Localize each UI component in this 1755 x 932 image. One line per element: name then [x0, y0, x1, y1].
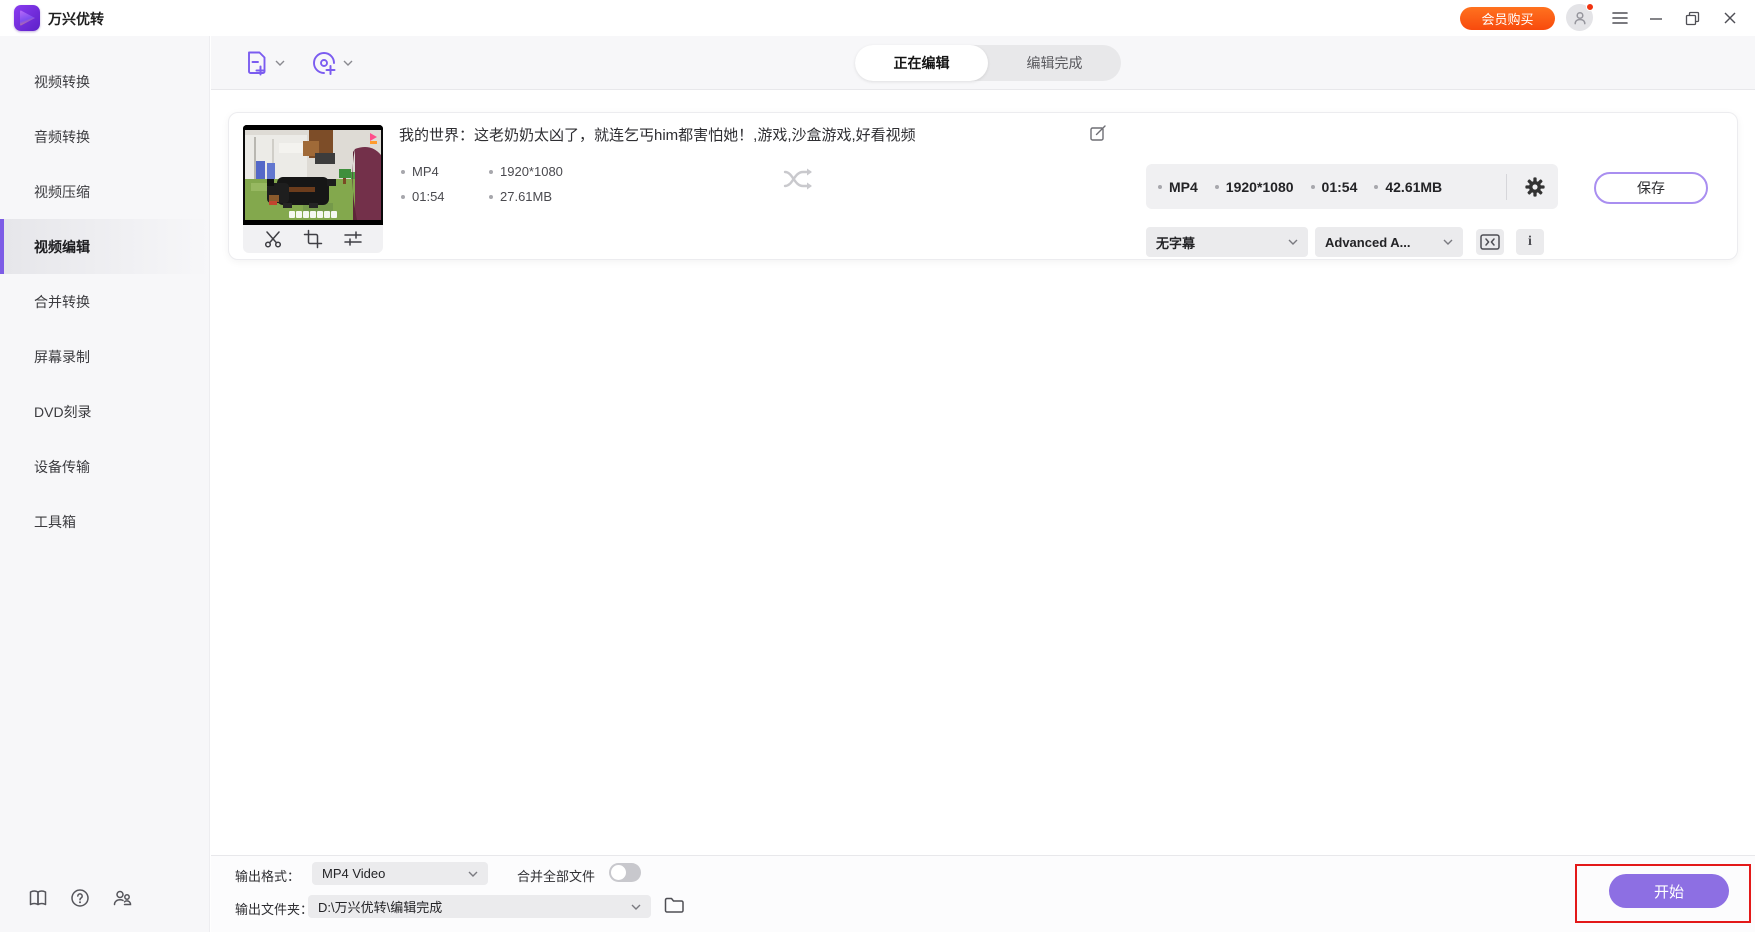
- toolbar: 正在编辑 编辑完成: [211, 36, 1755, 90]
- sidebar-item-video-edit[interactable]: 视频编辑: [0, 219, 209, 274]
- merge-all-label: 合并全部文件: [517, 869, 596, 884]
- add-file-icon: [248, 51, 266, 76]
- output-duration: 01:54: [1321, 178, 1358, 195]
- sidebar-item-device-transfer[interactable]: 设备传输: [0, 439, 209, 494]
- titlebar: 万兴优转 会员购买: [0, 0, 1755, 36]
- sidebar-item-video-convert[interactable]: 视频转换: [0, 54, 209, 109]
- output-format-label: 输出格式：: [235, 869, 301, 884]
- sidebar-item-merge-convert[interactable]: 合并转换: [0, 274, 209, 329]
- sidebar-item-video-compress[interactable]: 视频压缩: [0, 164, 209, 219]
- tab-finished[interactable]: 编辑完成: [988, 53, 1121, 73]
- crop-icon[interactable]: [303, 229, 323, 249]
- subtitle-value: 无字幕: [1156, 235, 1196, 251]
- chevron-down-icon: [631, 904, 641, 910]
- info-button[interactable]: i: [1516, 229, 1544, 255]
- main-area: 正在编辑 编辑完成 我的世界：这老奶奶太凶了，就连乞丐him都害怕她！,游戏,沙…: [211, 36, 1755, 932]
- video-thumbnail[interactable]: [243, 125, 383, 253]
- community-icon[interactable]: [112, 888, 132, 908]
- add-disc-button[interactable]: [310, 49, 353, 77]
- video-title: 我的世界：这老奶奶太凶了，就连乞丐him都害怕她！,游戏,沙盒游戏,好看视频: [399, 127, 916, 144]
- chevron-down-icon: [1288, 239, 1298, 245]
- output-format: MP4: [1169, 178, 1198, 195]
- source-format: MP4: [412, 164, 439, 179]
- chevron-down-icon: [275, 60, 285, 66]
- merge-all-toggle[interactable]: [609, 863, 641, 882]
- membership-buy-button[interactable]: 会员购买: [1460, 7, 1555, 30]
- sidebar-footer: [28, 888, 132, 908]
- app-window: 万兴优转 会员购买 视频转换 音频转换 视频压缩 视频编辑 合并转换 屏幕录制 …: [0, 0, 1755, 932]
- sidebar: 视频转换 音频转换 视频压缩 视频编辑 合并转换 屏幕录制 DVD刻录 设备传输…: [0, 36, 210, 932]
- edit-tools: [243, 225, 383, 253]
- source-meta: MP4 1920*1080 01:54 27.61MB: [401, 159, 563, 209]
- output-info-bar: MP4 1920*1080 01:54 42.61MB: [1146, 164, 1558, 209]
- output-settings-gear-icon[interactable]: [1524, 176, 1546, 198]
- manual-book-icon[interactable]: [28, 888, 48, 908]
- file-list: 我的世界：这老奶奶太凶了，就连乞丐him都害怕她！,游戏,沙盒游戏,好看视频 M…: [211, 90, 1755, 854]
- add-disc-icon: [313, 52, 336, 75]
- sidebar-item-dvd-burn[interactable]: DVD刻录: [0, 384, 209, 439]
- output-size: 42.61MB: [1385, 178, 1443, 195]
- close-button[interactable]: [1717, 4, 1743, 32]
- sidebar-item-audio-convert[interactable]: 音频转换: [0, 109, 209, 164]
- source-duration: 01:54: [412, 189, 445, 204]
- person-icon: [1573, 11, 1586, 24]
- help-icon[interactable]: [70, 888, 90, 908]
- chevron-down-icon: [468, 871, 478, 877]
- fit-resize-button[interactable]: [1476, 229, 1504, 255]
- file-card: 我的世界：这老奶奶太凶了，就连乞丐him都害怕她！,游戏,沙盒游戏,好看视频 M…: [228, 112, 1738, 260]
- fit-icon: [1480, 234, 1500, 250]
- output-folder-dropdown[interactable]: D:\万兴优转\编辑完成: [308, 895, 651, 918]
- app-logo-icon: [14, 5, 40, 31]
- convert-shuffle-icon: [781, 163, 819, 195]
- bottom-bar: 输出格式： MP4 Video 合并全部文件 输出文件夹： D:\万兴优转\编辑…: [211, 855, 1755, 932]
- minimize-button[interactable]: [1643, 4, 1669, 32]
- sidebar-item-toolbox[interactable]: 工具箱: [0, 494, 209, 549]
- sidebar-nav: 视频转换 音频转换 视频压缩 视频编辑 合并转换 屏幕录制 DVD刻录 设备传输…: [0, 54, 209, 549]
- trim-scissors-icon[interactable]: [263, 229, 283, 249]
- add-file-button[interactable]: [243, 49, 285, 77]
- output-folder-label: 输出文件夹：: [235, 902, 314, 917]
- output-resolution: 1920*1080: [1225, 178, 1294, 195]
- source-resolution: 1920*1080: [500, 164, 563, 179]
- audio-value: Advanced A...: [1325, 234, 1411, 250]
- tab-editing[interactable]: 正在编辑: [855, 45, 988, 81]
- thumbnail-image: [243, 125, 383, 225]
- output-format-value: MP4 Video: [322, 866, 386, 881]
- source-size: 27.61MB: [500, 189, 553, 204]
- app-title: 万兴优转: [48, 11, 104, 27]
- start-button[interactable]: 开始: [1609, 874, 1729, 908]
- effects-adjust-icon[interactable]: [343, 229, 363, 249]
- save-button[interactable]: 保存: [1594, 172, 1708, 204]
- sidebar-item-screen-record[interactable]: 屏幕录制: [0, 329, 209, 384]
- open-folder-icon[interactable]: [663, 894, 685, 916]
- notification-dot: [1586, 3, 1594, 11]
- rename-edit-icon[interactable]: [1089, 124, 1107, 142]
- menu-icon[interactable]: [1607, 4, 1633, 32]
- chevron-down-icon: [1443, 239, 1453, 245]
- output-folder-value: D:\万兴优转\编辑完成: [318, 900, 443, 915]
- restore-button[interactable]: [1679, 4, 1705, 32]
- status-tabs: 正在编辑 编辑完成: [855, 45, 1121, 81]
- audio-dropdown[interactable]: Advanced A...: [1315, 227, 1463, 257]
- subtitle-dropdown[interactable]: 无字幕: [1146, 227, 1308, 257]
- chevron-down-icon: [343, 60, 353, 66]
- output-format-dropdown[interactable]: MP4 Video: [312, 862, 488, 885]
- user-avatar[interactable]: [1566, 3, 1594, 31]
